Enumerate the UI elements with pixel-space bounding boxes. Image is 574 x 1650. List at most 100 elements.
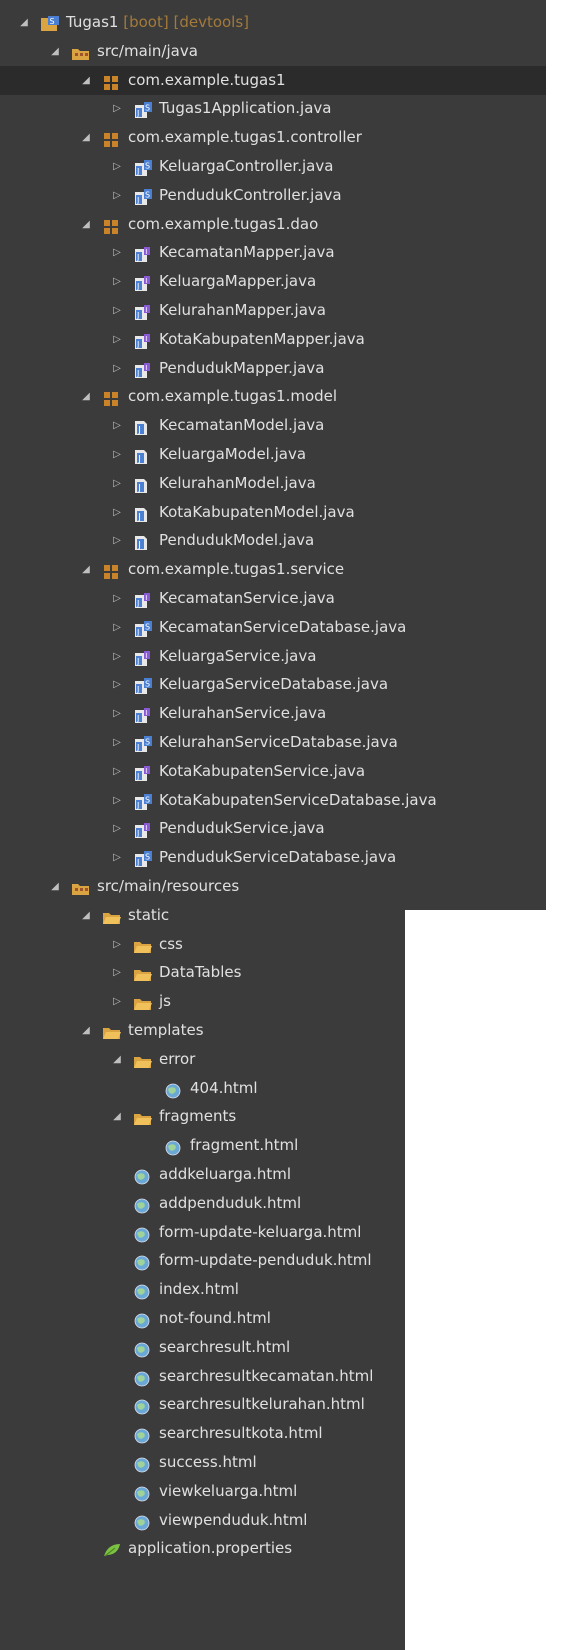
collapsed-arrow-icon[interactable]: ▷ <box>111 440 123 469</box>
collapsed-arrow-icon[interactable]: ▷ <box>111 296 123 325</box>
tree-row[interactable]: ▷ J S KeluargaServiceDatabase.java <box>0 670 546 699</box>
collapsed-arrow-icon[interactable]: ▷ <box>111 958 123 987</box>
tree-row[interactable]: ▷ J I PendudukService.java <box>0 814 546 843</box>
tree-row[interactable]: ▷ J KecamatanModel.java <box>0 411 546 440</box>
tree-row[interactable]: searchresult.html <box>0 1333 405 1362</box>
expanded-arrow-icon[interactable]: ◢ <box>80 555 92 584</box>
tree-row[interactable]: searchresultkelurahan.html <box>0 1390 405 1419</box>
tree-row[interactable]: ▷ J I KelurahanService.java <box>0 699 546 728</box>
tree-row[interactable]: index.html <box>0 1275 405 1304</box>
collapsed-arrow-icon[interactable]: ▷ <box>111 728 123 757</box>
tree-row[interactable]: ◢ com.example.tugas1.model <box>0 382 546 411</box>
expanded-arrow-icon[interactable]: ◢ <box>80 66 92 95</box>
collapsed-arrow-icon[interactable]: ▷ <box>111 930 123 959</box>
tree-row[interactable]: ◢ src/main/resources <box>0 872 546 901</box>
tree-row[interactable]: ▷ J S Tugas1Application.java <box>0 94 546 123</box>
expanded-arrow-icon[interactable]: ◢ <box>18 8 30 37</box>
tree-row[interactable]: ▷ J S KotaKabupatenServiceDatabase.java <box>0 786 546 815</box>
tree-row[interactable]: viewkeluarga.html <box>0 1477 405 1506</box>
expanded-arrow-icon[interactable]: ◢ <box>80 901 92 930</box>
svg-text:S: S <box>145 162 150 171</box>
collapsed-arrow-icon[interactable]: ▷ <box>111 699 123 728</box>
tree-row[interactable]: ▷ js <box>0 987 405 1016</box>
tree-row[interactable]: ◢ templates <box>0 1016 405 1045</box>
tree-row[interactable]: ▷ J I KecamatanMapper.java <box>0 238 546 267</box>
collapsed-arrow-icon[interactable]: ▷ <box>111 987 123 1016</box>
tree-row[interactable]: ◢ error <box>0 1045 405 1074</box>
collapsed-arrow-icon[interactable]: ▷ <box>111 757 123 786</box>
tree-row[interactable]: addkeluarga.html <box>0 1160 405 1189</box>
expanded-arrow-icon[interactable]: ◢ <box>80 382 92 411</box>
collapsed-arrow-icon[interactable]: ▷ <box>111 584 123 613</box>
package-icon <box>102 72 120 90</box>
tree-row[interactable]: ▷ DataTables <box>0 958 405 987</box>
collapsed-arrow-icon[interactable]: ▷ <box>111 238 123 267</box>
tree-row[interactable]: ▷ J S KelurahanServiceDatabase.java <box>0 728 546 757</box>
tree-row[interactable]: ▷ J S PendudukServiceDatabase.java <box>0 843 546 872</box>
collapsed-arrow-icon[interactable]: ▷ <box>111 152 123 181</box>
tree-row[interactable]: ◢ S Tugas1 [boot] [devtools] <box>0 8 546 37</box>
tree-row[interactable]: application.properties <box>0 1534 405 1563</box>
collapsed-arrow-icon[interactable]: ▷ <box>111 670 123 699</box>
tree-row[interactable]: form-update-keluarga.html <box>0 1218 405 1247</box>
collapsed-arrow-icon[interactable]: ▷ <box>111 354 123 383</box>
tree-row[interactable]: ◢ fragments <box>0 1102 405 1131</box>
collapsed-arrow-icon[interactable]: ▷ <box>111 267 123 296</box>
tree-row[interactable]: ▷ J S KeluargaController.java <box>0 152 546 181</box>
tree-row[interactable]: searchresultkecamatan.html <box>0 1362 405 1391</box>
tree-row[interactable]: ▷ J I KelurahanMapper.java <box>0 296 546 325</box>
tree-row[interactable]: ▷ J I KecamatanService.java <box>0 584 546 613</box>
tree-row[interactable]: ▷ css <box>0 930 405 959</box>
collapsed-arrow-icon[interactable]: ▷ <box>111 814 123 843</box>
svg-text:I: I <box>145 767 147 775</box>
tree-row-label: Tugas1 [boot] [devtools] <box>66 13 250 31</box>
expanded-arrow-icon[interactable]: ◢ <box>49 37 61 66</box>
tree-row[interactable]: searchresultkota.html <box>0 1419 405 1448</box>
tree-row-label: com.example.tugas1.service <box>128 560 345 579</box>
expanded-arrow-icon[interactable]: ◢ <box>111 1102 123 1131</box>
tree-row[interactable]: ▷ J I KeluargaService.java <box>0 642 546 671</box>
collapsed-arrow-icon[interactable]: ▷ <box>111 469 123 498</box>
collapsed-arrow-icon[interactable]: ▷ <box>111 181 123 210</box>
package-icon <box>102 129 120 148</box>
collapsed-arrow-icon[interactable]: ▷ <box>111 411 123 440</box>
tree-row[interactable]: ▷ J PendudukModel.java <box>0 526 546 555</box>
collapsed-arrow-icon[interactable]: ▷ <box>111 526 123 555</box>
tree-row[interactable]: ◢ src/main/java <box>0 37 546 66</box>
tree-row-label: error <box>159 1049 196 1068</box>
collapsed-arrow-icon[interactable]: ▷ <box>111 843 123 872</box>
tree-row[interactable]: ▷ J I KotaKabupatenService.java <box>0 757 546 786</box>
tree-row[interactable]: not-found.html <box>0 1304 405 1333</box>
tree-row[interactable]: ▷ J I PendudukMapper.java <box>0 354 546 383</box>
tree-row[interactable]: ▷ J S PendudukController.java <box>0 181 546 210</box>
tree-row[interactable]: ◢ com.example.tugas1.dao <box>0 210 546 239</box>
tree-row[interactable]: ▷ J KeluargaModel.java <box>0 440 546 469</box>
tree-row[interactable]: ▷ J KelurahanModel.java <box>0 469 546 498</box>
tree-row[interactable]: ▷ J KotaKabupatenModel.java <box>0 498 546 527</box>
tree-row[interactable]: success.html <box>0 1448 405 1477</box>
tree-row[interactable]: ◢ com.example.tugas1 <box>0 65 546 95</box>
tree-row[interactable]: ▷ J I KeluargaMapper.java <box>0 267 546 296</box>
collapsed-arrow-icon[interactable]: ▷ <box>111 786 123 815</box>
expanded-arrow-icon[interactable]: ◢ <box>49 872 61 901</box>
tree-row[interactable]: ◢ static <box>0 901 405 930</box>
tree-row[interactable]: form-update-penduduk.html <box>0 1246 405 1275</box>
tree-row[interactable]: viewpenduduk.html <box>0 1506 405 1535</box>
collapsed-arrow-icon[interactable]: ▷ <box>111 325 123 354</box>
expanded-arrow-icon[interactable]: ◢ <box>80 210 92 239</box>
collapsed-arrow-icon[interactable]: ▷ <box>111 498 123 527</box>
tree-row[interactable]: ▷ J S KecamatanServiceDatabase.java <box>0 613 546 642</box>
expanded-arrow-icon[interactable]: ◢ <box>80 1016 92 1045</box>
collapsed-arrow-icon[interactable]: ▷ <box>111 642 123 671</box>
tree-row[interactable]: ▷ J I KotaKabupatenMapper.java <box>0 325 546 354</box>
tree-row[interactable]: ◢ com.example.tugas1.service <box>0 555 546 584</box>
tree-row[interactable]: addpenduduk.html <box>0 1189 405 1218</box>
tree-row[interactable]: ◢ com.example.tugas1.controller <box>0 123 546 152</box>
tree-row[interactable]: 404.html <box>0 1074 405 1103</box>
tree-row[interactable]: fragment.html <box>0 1131 405 1160</box>
expanded-arrow-icon[interactable]: ◢ <box>80 123 92 152</box>
expanded-arrow-icon[interactable]: ◢ <box>111 1045 123 1074</box>
svg-text:S: S <box>145 104 150 113</box>
collapsed-arrow-icon[interactable]: ▷ <box>111 613 123 642</box>
collapsed-arrow-icon[interactable]: ▷ <box>111 94 123 123</box>
